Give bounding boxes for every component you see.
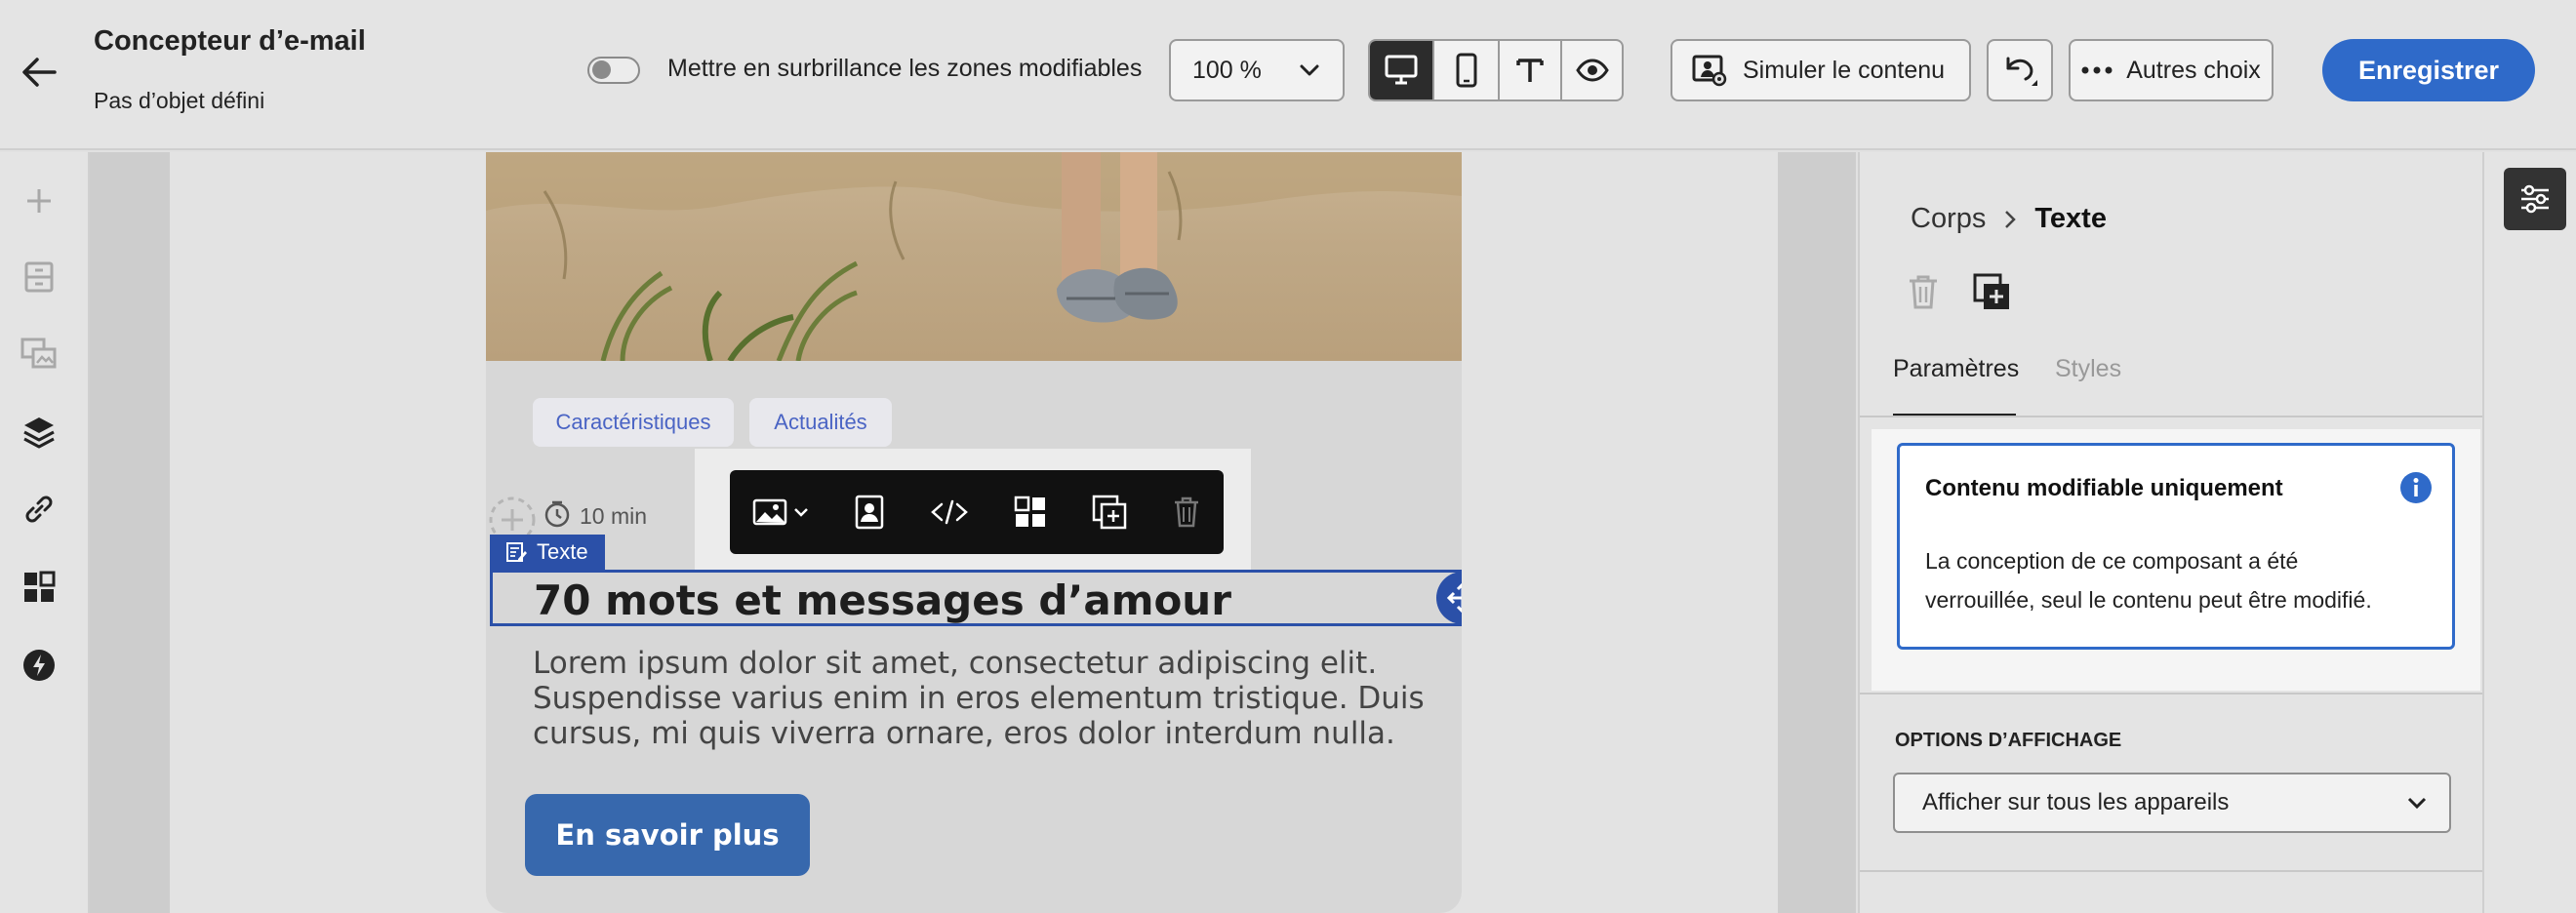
simulate-content-button[interactable]: Simuler le contenu xyxy=(1670,39,1971,101)
mobile-view-button[interactable] xyxy=(1432,41,1497,99)
tag-label: Actualités xyxy=(774,410,867,434)
chevron-right-icon xyxy=(2005,210,2017,228)
fragment-icon xyxy=(1014,496,1045,527)
zoom-value: 100 % xyxy=(1192,56,1262,84)
info-icon xyxy=(2399,471,2433,504)
email-heading[interactable]: 70 mots et messages d’amour xyxy=(534,576,1231,624)
body-line: cursus, mi quis viverra ornare, eros dol… xyxy=(533,716,1395,751)
component-toolbar-area xyxy=(695,449,1251,572)
tab-settings[interactable]: Paramètres xyxy=(1893,355,2019,383)
preview-button[interactable] xyxy=(1560,41,1622,99)
duplicate-button[interactable] xyxy=(1092,495,1127,530)
chevron-down-icon xyxy=(1298,59,1321,82)
properties-panel: Corps Texte Paramètres Styles Contenu mo… xyxy=(1858,152,2482,913)
chevron-down-icon xyxy=(794,508,808,517)
simulate-icon xyxy=(1692,55,1727,87)
tab-divider xyxy=(1860,416,2482,417)
page-title: Concepteur d’e-mail xyxy=(94,25,366,57)
display-select-value: Afficher sur tous les appareils xyxy=(1922,789,2230,815)
fragments-icon[interactable] xyxy=(21,570,57,605)
tag-label: Caractéristiques xyxy=(555,410,711,434)
assets-icon[interactable] xyxy=(20,336,59,371)
sliders-icon xyxy=(2521,184,2549,214)
notice-background: Contenu modifiable uniquement La concept… xyxy=(1872,429,2480,691)
tag-news[interactable]: Actualités xyxy=(749,398,892,447)
desktop-view-button[interactable] xyxy=(1370,41,1433,99)
undo-icon xyxy=(2006,57,2037,86)
notice-line: La conception de ce composant a été xyxy=(1925,548,2299,574)
section-divider xyxy=(1860,870,2482,872)
undo-button[interactable] xyxy=(1987,39,2053,101)
lightning-icon[interactable] xyxy=(21,648,57,683)
body-line: Suspendisse varius enim in eros elementu… xyxy=(533,681,1425,716)
back-arrow-icon[interactable] xyxy=(16,49,62,96)
email-body-text[interactable]: Lorem ipsum dolor sit amet, consectetur … xyxy=(533,646,1425,751)
zoom-select[interactable]: 100 % xyxy=(1169,39,1345,101)
notice-body: La conception de ce composant a été verr… xyxy=(1925,541,2372,619)
left-toolbar xyxy=(0,152,90,913)
structure-icon[interactable] xyxy=(21,259,57,295)
highlight-label: Mettre en surbrillance les zones modifia… xyxy=(667,55,1143,82)
simulate-label: Simuler le contenu xyxy=(1743,56,1946,84)
eye-icon xyxy=(1575,59,1609,82)
display-select[interactable]: Afficher sur tous les appareils xyxy=(1893,773,2451,833)
highlight-toggle[interactable] xyxy=(587,57,640,84)
properties-toggle-button[interactable] xyxy=(2504,168,2566,230)
text-view-button[interactable] xyxy=(1497,41,1561,99)
save-button[interactable]: Enregistrer xyxy=(2322,39,2535,101)
more-options-button[interactable]: Autres choix xyxy=(2069,39,2274,101)
personalize-icon xyxy=(855,495,884,530)
view-mode-group xyxy=(1368,39,1624,101)
text-icon xyxy=(1516,59,1544,82)
notice-line: verrouillée, seul le contenu peut être m… xyxy=(1925,587,2372,613)
component-toolbar xyxy=(730,470,1224,554)
duplicate-icon xyxy=(1092,495,1127,530)
duplicate-icon[interactable] xyxy=(1973,273,2012,312)
mobile-icon xyxy=(1456,53,1477,88)
code-button[interactable] xyxy=(930,498,969,526)
delete-button[interactable] xyxy=(1172,496,1201,529)
delete-icon[interactable] xyxy=(1907,273,1940,310)
add-icon[interactable] xyxy=(21,183,57,218)
cta-label: En savoir plus xyxy=(555,818,780,852)
desktop-icon xyxy=(1385,55,1418,85)
image-insert-button[interactable] xyxy=(752,497,809,527)
breadcrumb-parent[interactable]: Corps xyxy=(1911,203,1986,235)
notice-title: Contenu modifiable uniquement xyxy=(1925,475,2283,501)
section-divider xyxy=(1860,693,2482,695)
tab-styles[interactable]: Styles xyxy=(2055,355,2121,383)
image-icon xyxy=(752,498,787,526)
app-header: Concepteur d’e-mail Pas d’objet défini M… xyxy=(0,0,2576,150)
page-subtitle: Pas d’objet défini xyxy=(94,88,265,113)
more-dots-icon xyxy=(2081,66,2113,74)
cta-button[interactable]: En savoir plus xyxy=(525,794,810,876)
email-card: Caractéristiques Actualités 10 min Texte… xyxy=(486,152,1462,913)
toggle-knob xyxy=(592,60,611,79)
breadcrumb: Corps Texte xyxy=(1911,203,2107,235)
chevron-down-icon xyxy=(2407,797,2427,810)
component-type-text: Texte xyxy=(537,539,588,564)
notice-box: Contenu modifiable uniquement La concept… xyxy=(1897,443,2455,650)
display-options-heading: OPTIONS D’AFFICHAGE xyxy=(1895,730,2122,751)
selected-text-component[interactable]: 70 mots et messages d’amour xyxy=(490,570,1462,626)
body-line: Lorem ipsum dolor sit amet, consectetur … xyxy=(533,646,1378,681)
layers-icon[interactable] xyxy=(21,414,57,449)
right-rail xyxy=(2482,152,2576,913)
fragment-button[interactable] xyxy=(1014,496,1047,529)
save-label: Enregistrer xyxy=(2357,55,2500,85)
breadcrumb-current: Texte xyxy=(2034,203,2107,234)
clock-icon xyxy=(543,499,572,529)
code-icon xyxy=(931,499,968,525)
text-component-icon xyxy=(506,542,527,562)
tag-features[interactable]: Caractéristiques xyxy=(533,398,734,447)
hero-image[interactable] xyxy=(486,152,1462,361)
read-time: 10 min xyxy=(580,503,648,529)
link-icon[interactable] xyxy=(21,492,57,527)
more-label: Autres choix xyxy=(2126,56,2261,84)
trash-icon xyxy=(1175,496,1198,528)
component-type-label: Texte xyxy=(490,535,605,570)
personalize-button[interactable] xyxy=(854,495,885,530)
